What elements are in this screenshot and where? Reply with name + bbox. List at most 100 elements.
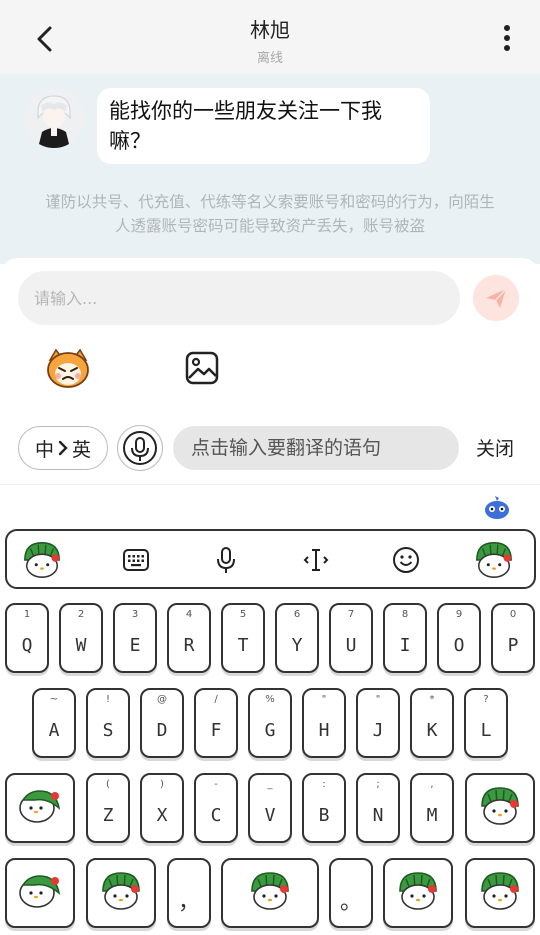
more-options-button[interactable] (494, 22, 520, 54)
number-key[interactable] (383, 858, 453, 928)
key-art (478, 869, 522, 917)
key-b[interactable]: :B (302, 773, 346, 843)
delete-key[interactable] (465, 773, 535, 843)
title-block: 林旭 离线 (0, 14, 540, 66)
key-o[interactable]: 9O (437, 603, 481, 673)
key-q[interactable]: 1Q (5, 603, 49, 673)
key-k[interactable]: * K (410, 688, 454, 758)
symbols-key[interactable] (5, 858, 75, 928)
key-s[interactable]: ! S (86, 688, 130, 758)
key-label: N (372, 805, 384, 826)
key-y[interactable]: 6Y (275, 603, 319, 673)
key-hint: 5 (239, 609, 247, 620)
key-label: M (426, 805, 438, 826)
contact-status: 离线 (256, 51, 283, 66)
key-label: R (183, 635, 195, 656)
space-key[interactable] (221, 858, 319, 928)
key-hint: 0 (509, 609, 517, 620)
key-hint: : (322, 779, 326, 790)
key-w[interactable]: 2W (59, 603, 103, 673)
key-h[interactable]: " H (302, 688, 346, 758)
shift-key[interactable] (5, 773, 75, 843)
keyboard-toolbar (5, 529, 536, 589)
key-label: W (75, 635, 87, 656)
microphone-icon (217, 547, 235, 573)
key-j[interactable]: " J (356, 688, 400, 758)
toolbar-mascot-right[interactable] (473, 539, 515, 581)
watermelon-mascot-icon (481, 787, 519, 825)
key-art (99, 869, 143, 917)
toolbar-keyboard[interactable] (115, 539, 157, 581)
keyboard-mascot[interactable] (482, 493, 512, 523)
contact-avatar[interactable] (24, 88, 84, 148)
key-d[interactable]: @ D (140, 688, 184, 758)
key-r[interactable]: 4R (167, 603, 211, 673)
key-label: T (237, 635, 249, 656)
message-input[interactable] (18, 271, 460, 325)
key-hint: ~ (49, 694, 59, 705)
keyboard: 1 Q 2 W 3 E 4 R 5 T 6 Y 7 U 8 I 9 O 0 P ~ A! S @ D / F% G " H " J * K? L(Z… (0, 484, 540, 935)
image-icon (185, 351, 219, 385)
send-button[interactable] (473, 275, 519, 321)
mascot-face-icon (47, 348, 89, 388)
key-hint: 6 (293, 609, 301, 620)
key-label: E (129, 635, 141, 656)
cursor-icon (303, 549, 329, 571)
period-key[interactable]: 。 (329, 858, 373, 928)
key-hint: @ (157, 694, 167, 705)
key-hint: 1 (23, 609, 31, 620)
key-u[interactable]: 7U (329, 603, 373, 673)
key-a[interactable]: ~ A (32, 688, 76, 758)
key-hint: ( (106, 779, 110, 790)
key-z[interactable]: (Z (86, 773, 130, 843)
key-g[interactable]: % G (248, 688, 292, 758)
key-m[interactable]: ,M (410, 773, 454, 843)
key-label: ， (177, 890, 200, 915)
toolbar-mascot-left[interactable] (21, 539, 63, 581)
watermelon-mascot-icon (481, 872, 519, 910)
toolbar-emoji[interactable] (385, 539, 427, 581)
key-label: I (399, 635, 411, 656)
image-button[interactable] (184, 350, 220, 386)
enter-key[interactable] (465, 858, 535, 928)
key-label: C (210, 805, 222, 826)
key-label: G (264, 720, 276, 741)
close-translate-button[interactable]: 关闭 (476, 434, 514, 461)
key-label: L (480, 720, 492, 741)
key-hint: - (214, 779, 218, 790)
key-f[interactable]: / F (194, 688, 238, 758)
emoji-button[interactable] (44, 346, 92, 390)
toolbar-voice[interactable] (205, 539, 247, 581)
key-e[interactable]: 3E (113, 603, 157, 673)
key-hint: 8 (401, 609, 409, 620)
translate-direction-button[interactable]: 中 英 (18, 426, 108, 470)
voice-translate-button[interactable] (117, 425, 163, 471)
key-label: B (318, 805, 330, 826)
key-hint: " (375, 694, 381, 705)
key-hint: * (429, 694, 435, 705)
paper-plane-icon (486, 288, 507, 308)
key-art (248, 869, 292, 917)
key-label: A (48, 720, 60, 741)
key-label: O (453, 635, 465, 656)
key-l[interactable]: ? L (464, 688, 508, 758)
key-v[interactable]: _ V (248, 773, 292, 843)
key-hint: 4 (185, 609, 193, 620)
key-c[interactable]: -C (194, 773, 238, 843)
smiley-icon (393, 547, 419, 573)
key-hint: / (214, 694, 218, 705)
key-p[interactable]: 0P (491, 603, 535, 673)
watermelon-mascot-icon (251, 872, 289, 910)
avatar-image (24, 88, 84, 148)
key-n[interactable]: ; N (356, 773, 400, 843)
language-switch-key[interactable] (86, 858, 156, 928)
key-i[interactable]: 8I (383, 603, 427, 673)
key-t[interactable]: 5T (221, 603, 265, 673)
translate-input[interactable] (173, 426, 459, 470)
key-label: F (210, 720, 222, 741)
key-hint: ) (160, 779, 164, 790)
message-bubble[interactable]: 能找你的一些朋友关注一下我嘛？ (97, 88, 430, 164)
comma-key[interactable]: ， (167, 858, 211, 928)
key-x[interactable]: ) X (140, 773, 184, 843)
toolbar-cursor[interactable] (295, 539, 337, 581)
